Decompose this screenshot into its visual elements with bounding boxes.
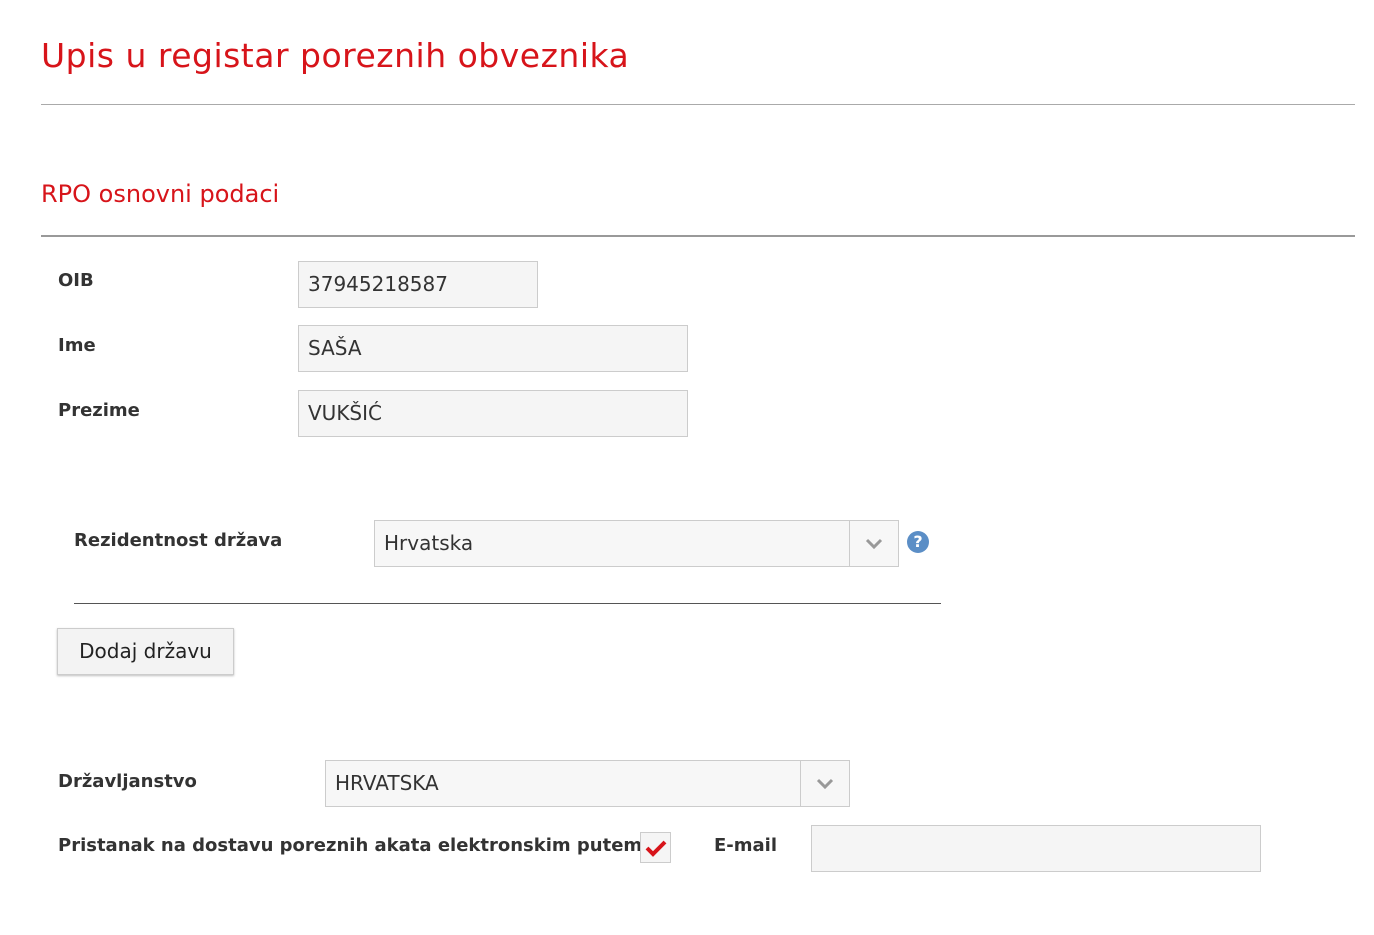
oib-field[interactable]: 37945218587 — [298, 261, 538, 308]
email-label: E-mail — [714, 835, 778, 856]
residency-select[interactable]: Hrvatska — [374, 520, 899, 567]
question-circle-icon[interactable]: ? — [907, 531, 929, 553]
title-divider — [41, 104, 1355, 105]
residency-label: Rezidentnost država — [74, 530, 283, 551]
chevron-down-icon[interactable] — [800, 761, 849, 806]
residency-selected-value: Hrvatska — [384, 531, 474, 555]
ime-label: Ime — [58, 335, 96, 356]
chevron-down-icon[interactable] — [849, 521, 898, 566]
citizenship-select[interactable]: HRVATSKA — [325, 760, 850, 807]
section-title: RPO osnovni podaci — [41, 180, 280, 208]
residency-divider — [74, 603, 941, 604]
email-field[interactable] — [811, 825, 1261, 872]
citizenship-label: Državljanstvo — [58, 771, 197, 792]
citizenship-selected-value: HRVATSKA — [335, 771, 439, 795]
oib-label: OIB — [58, 270, 94, 291]
section-divider — [41, 235, 1355, 237]
checkmark-icon — [645, 840, 666, 857]
prezime-label: Prezime — [58, 400, 140, 421]
prezime-field[interactable]: VUKŠIĆ — [298, 390, 688, 437]
add-country-button[interactable]: Dodaj državu — [57, 628, 234, 675]
consent-checkbox[interactable] — [640, 832, 671, 863]
ime-field[interactable]: SAŠA — [298, 325, 688, 372]
consent-label: Pristanak na dostavu poreznih akata elek… — [58, 835, 643, 856]
page-title: Upis u registar poreznih obveznika — [41, 36, 630, 75]
